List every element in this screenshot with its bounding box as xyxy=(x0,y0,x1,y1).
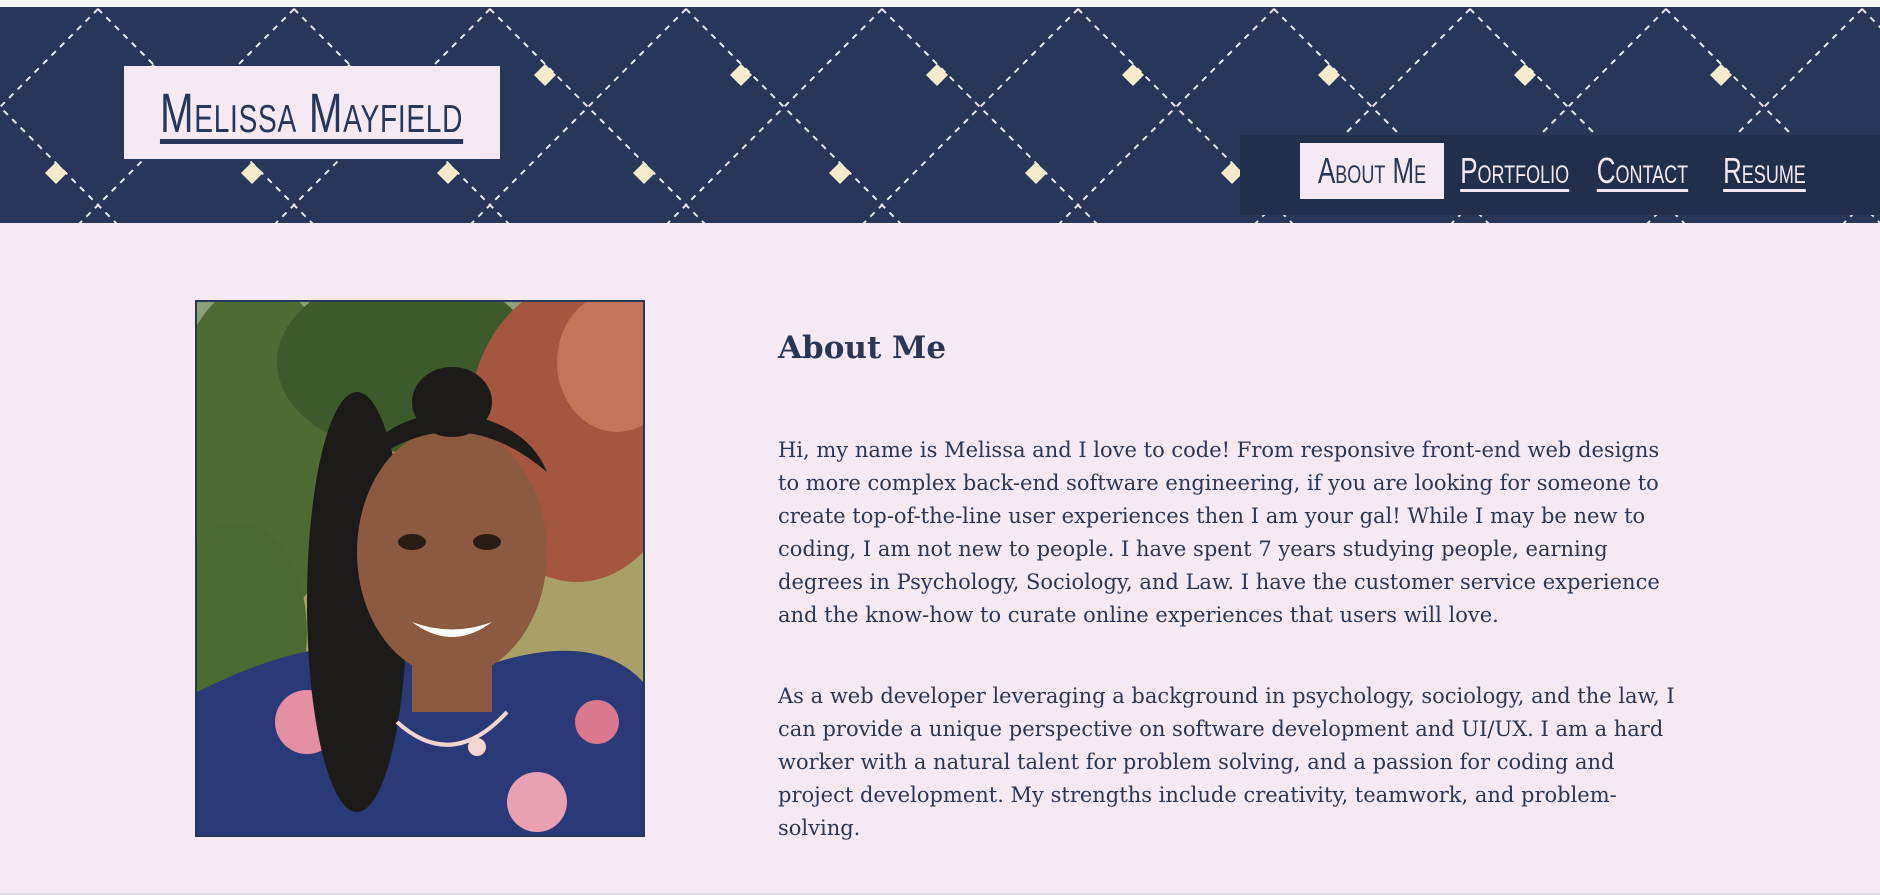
top-edge-line xyxy=(0,0,1880,7)
profile-photo xyxy=(195,300,645,837)
nav-about-me[interactable]: About Me xyxy=(1300,143,1444,199)
pattern-diamond xyxy=(926,64,948,86)
pattern-diamond xyxy=(1710,64,1732,86)
pattern-diamond xyxy=(437,162,459,184)
main-nav: About Me Portfolio Contact Resume xyxy=(1240,135,1880,215)
nav-resume[interactable]: Resume xyxy=(1706,143,1822,199)
nav-contact-label: Contact xyxy=(1596,150,1688,191)
site-header: Melissa Mayfield About Me Portfolio Cont… xyxy=(0,7,1880,223)
pattern-diamond xyxy=(829,162,851,184)
nav-portfolio-label: Portfolio xyxy=(1460,150,1570,191)
pattern-diamond xyxy=(1122,64,1144,86)
pattern-diamond xyxy=(1514,64,1536,86)
logo-text: Melissa Mayfield xyxy=(160,81,464,144)
pattern-diamond xyxy=(633,162,655,184)
nav-about-me-label: About Me xyxy=(1317,150,1427,191)
nav-portfolio[interactable]: Portfolio xyxy=(1454,143,1576,199)
about-paragraph-2: As a web developer leveraging a backgrou… xyxy=(778,684,1675,840)
pattern-diamond xyxy=(1025,162,1047,184)
nav-contact[interactable]: Contact xyxy=(1586,143,1698,199)
about-paragraph-1: Hi, my name is Melissa and I love to cod… xyxy=(778,438,1660,627)
pattern-diamond xyxy=(45,162,67,184)
pattern-diamond xyxy=(241,162,263,184)
nav-resume-label: Resume xyxy=(1722,150,1806,191)
pattern-diamond xyxy=(730,64,752,86)
about-heading: About Me xyxy=(778,330,947,366)
pattern-diamond xyxy=(1318,64,1340,86)
site-logo[interactable]: Melissa Mayfield xyxy=(124,66,500,159)
pattern-diamond xyxy=(534,64,556,86)
